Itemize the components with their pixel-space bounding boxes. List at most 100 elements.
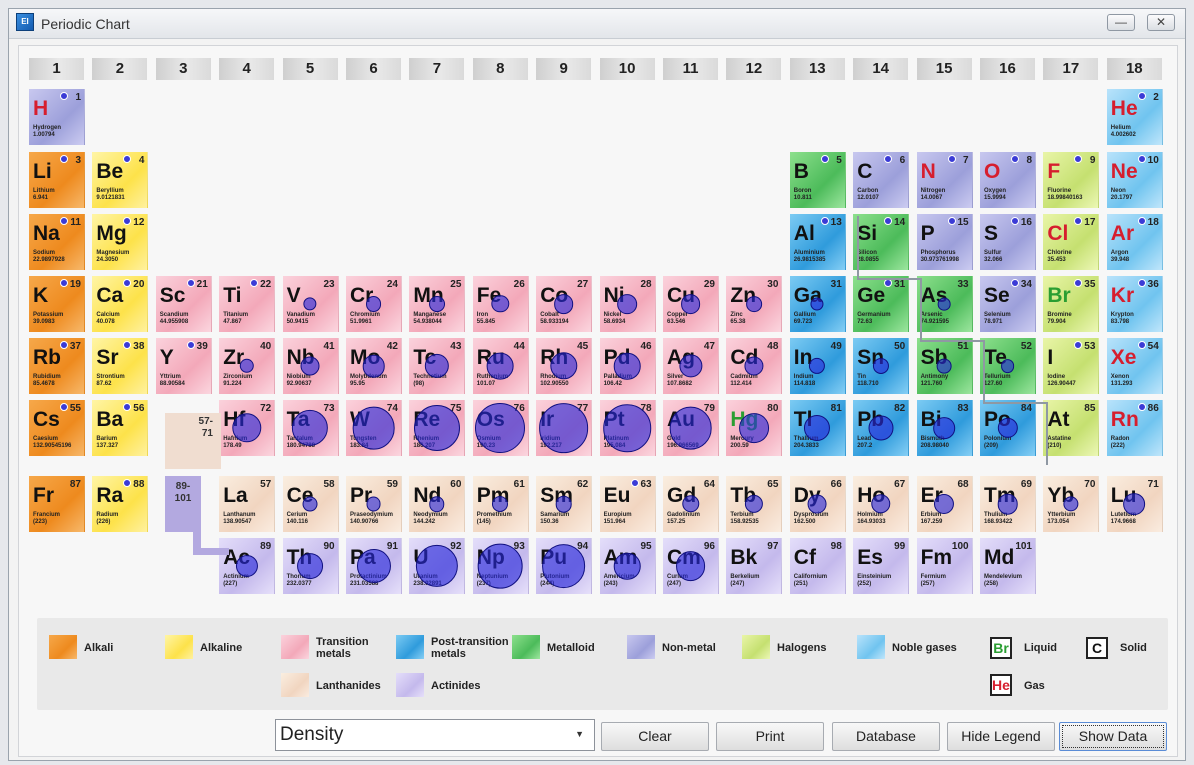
element-cell[interactable]: In 49 Indium 114.818 (789, 338, 846, 394)
element-cell[interactable]: Ce 58 Cerium 140.116 (282, 476, 339, 532)
element-cell[interactable]: Ru44Ruthenium101.07 (472, 338, 529, 394)
element-cell[interactable]: Ho 67 Holmium 164.93033 (853, 476, 910, 532)
element-cell[interactable]: Nb 41 Niobium 92.90637 (282, 338, 339, 394)
element-cell[interactable]: Re75Rhenium186.207 (409, 400, 466, 456)
element-cell[interactable]: U92Uranium238.02891 (409, 538, 466, 594)
element-cell[interactable]: Sm 62 Samarium 150.36 (536, 476, 593, 532)
minimize-button[interactable]: — (1107, 14, 1135, 31)
element-cell[interactable]: Ac 89 Actinium (227) (219, 538, 276, 594)
element-cell[interactable]: La 57 Lanthanum 138.90547 (219, 476, 276, 532)
element-cell[interactable]: Mg 12 Magnesium 24.3050 (92, 214, 149, 270)
element-cell[interactable]: Ar 18 Argon 39.948 (1106, 214, 1163, 270)
element-cell[interactable]: Fr 87 Francium (223) (29, 476, 85, 532)
element-cell[interactable]: Am95Americium(243) (599, 538, 656, 594)
element-cell[interactable]: Bi 83 Bismuth 208.98040 (916, 400, 973, 456)
element-cell[interactable]: Ti 22 Titanium 47.867 (219, 276, 276, 332)
element-cell[interactable]: I 53 Iodine 126.90447 (1043, 338, 1100, 394)
element-cell[interactable]: Co 27 Cobalt 58.933194 (536, 276, 593, 332)
element-cell[interactable]: Ca 20 Calcium 40.078 (92, 276, 149, 332)
element-cell[interactable]: Al 13 Aluminium 26.9815385 (789, 214, 846, 270)
element-cell[interactable]: Pa91Protactinium231.03588 (346, 538, 402, 594)
element-cell[interactable]: B 5 Boron 10.811 (789, 152, 846, 208)
element-cell[interactable]: Na 11 Sodium 22.9897928 (29, 214, 85, 270)
element-cell[interactable]: Pb82Lead207.2 (853, 400, 910, 456)
hide-legend-button[interactable]: Hide Legend (947, 722, 1055, 751)
element-cell[interactable]: Cr 24 Chromium 51.9961 (346, 276, 402, 332)
element-cell[interactable]: Os76Osmium190.23 (472, 400, 529, 456)
element-cell[interactable]: Rh45Rhodium102.90550 (536, 338, 593, 394)
show-data-button[interactable]: Show Data (1059, 722, 1167, 751)
element-cell[interactable]: Ta73Tantalum180.94788 (282, 400, 339, 456)
element-cell[interactable]: Pm 61 Promethium (145) (472, 476, 529, 532)
element-cell[interactable]: Gd 64 Gadolinium 157.25 (663, 476, 719, 532)
element-cell[interactable]: Li 3 Lithium 6.941 (29, 152, 85, 208)
element-cell[interactable]: Pd46Palladium106.42 (599, 338, 656, 394)
element-cell[interactable]: As 33 Arsenic 74.921595 (916, 276, 973, 332)
element-cell[interactable]: Zn 30 Zinc 65.38 (726, 276, 783, 332)
element-cell[interactable]: Tb 65 Terbium 158.92535 (726, 476, 783, 532)
element-cell[interactable]: Ir77Iridium192.217 (536, 400, 593, 456)
element-cell[interactable]: Kr 36 Krypton 83.798 (1106, 276, 1163, 332)
element-cell[interactable]: Se 34 Selenium 78.971 (980, 276, 1036, 332)
element-cell[interactable]: Tl 81 Thallium 204.3833 (789, 400, 846, 456)
element-cell[interactable]: Nd 60 Neodymium 144.242 (409, 476, 466, 532)
element-cell[interactable]: Hg80Mercury200.59 (726, 400, 783, 456)
element-cell[interactable]: H 1 Hydrogen 1.00794 (29, 89, 85, 145)
element-cell[interactable]: Au79Gold196.966569 (663, 400, 719, 456)
print-button[interactable]: Print (716, 722, 824, 751)
element-cell[interactable]: Es 99 Einsteinium (252) (853, 538, 910, 594)
element-cell[interactable]: Md 101 Mendelevium (258) (980, 538, 1036, 594)
element-cell[interactable]: Ne 10 Neon 20.1797 (1106, 152, 1163, 208)
element-cell[interactable]: Er 68 Erbium 167.259 (916, 476, 973, 532)
element-cell[interactable]: S 16 Sulfur 32.066 (980, 214, 1036, 270)
element-cell[interactable]: Eu 63 Europium 151.964 (599, 476, 656, 532)
element-cell[interactable]: Xe 54 Xenon 131.293 (1106, 338, 1163, 394)
element-cell[interactable]: Ra 88 Radium (226) (92, 476, 149, 532)
element-cell[interactable]: Rn 86 Radon (222) (1106, 400, 1163, 456)
element-cell[interactable]: Cf 98 Californium (251) (789, 538, 846, 594)
element-cell[interactable]: Si 14 Silicon 28.0855 (853, 214, 910, 270)
database-button[interactable]: Database (832, 722, 940, 751)
element-cell[interactable]: Cs 55 Caesium 132.90545196 (29, 400, 85, 456)
element-cell[interactable]: Sb 51 Antimony 121.760 (916, 338, 973, 394)
property-select[interactable]: Density ▼ (275, 719, 595, 751)
element-cell[interactable]: Th90Thorium232.0377 (282, 538, 339, 594)
element-cell[interactable]: Np93Neptunium(237) (472, 538, 529, 594)
clear-button[interactable]: Clear (601, 722, 709, 751)
element-cell[interactable]: Ag47Silver107.8682 (663, 338, 719, 394)
element-cell[interactable]: Sr 38 Strontium 87.62 (92, 338, 149, 394)
element-cell[interactable]: At 85 Astatine (210) (1043, 400, 1100, 456)
element-cell[interactable]: Cm96Curium(247) (663, 538, 719, 594)
element-cell[interactable]: Br 35 Bromine 79.904 (1043, 276, 1100, 332)
element-cell[interactable]: Zr 40 Zirconium 91.224 (219, 338, 276, 394)
element-cell[interactable]: Hf72Hafnium178.49 (219, 400, 276, 456)
element-cell[interactable]: Mo42Molybdenum95.95 (346, 338, 402, 394)
close-button[interactable]: ✕ (1147, 14, 1175, 31)
element-cell[interactable]: Fe 26 Iron 55.845 (472, 276, 529, 332)
element-cell[interactable]: Tc 43 Technetium (98) (409, 338, 466, 394)
element-cell[interactable]: Be 4 Beryllium 9.0121831 (92, 152, 149, 208)
element-cell[interactable]: Ge 31 Germanium 72.63 (853, 276, 910, 332)
element-cell[interactable]: Cd 48 Cadmium 112.414 (726, 338, 783, 394)
element-cell[interactable]: K 19 Potassium 39.0983 (29, 276, 85, 332)
element-cell[interactable]: Ga 31 Gallium 69.723 (789, 276, 846, 332)
element-cell[interactable]: Pt78Platinum195.084 (599, 400, 656, 456)
element-cell[interactable]: Cl 17 Chlorine 35.453 (1043, 214, 1100, 270)
element-cell[interactable]: Mn 25 Manganese 54.938044 (409, 276, 466, 332)
dropdown-arrow-icon[interactable]: ▼ (575, 729, 584, 739)
element-cell[interactable]: W74Tungsten183.84 (346, 400, 402, 456)
element-cell[interactable]: Te 52 Tellurium 127.60 (980, 338, 1036, 394)
element-cell[interactable]: P 15 Phosphorus 30.973761998 (916, 214, 973, 270)
element-cell[interactable]: F 9 Fluorine 18.99840163 (1043, 152, 1100, 208)
element-cell[interactable]: Pu94Plutonium(244) (536, 538, 593, 594)
element-cell[interactable]: Fm 100 Fermium (257) (916, 538, 973, 594)
element-cell[interactable]: Y 39 Yttrium 88.90584 (155, 338, 212, 394)
element-cell[interactable]: V 23 Vanadium 50.9415 (282, 276, 339, 332)
element-cell[interactable]: Pr 59 Praseodymium 140.90766 (346, 476, 402, 532)
element-cell[interactable]: Po 84 Polonium (209) (980, 400, 1036, 456)
element-cell[interactable]: Ba 56 Barium 137.327 (92, 400, 149, 456)
element-cell[interactable]: O 8 Oxygen 15.9994 (980, 152, 1036, 208)
element-cell[interactable]: Sc 21 Scandium 44.955908 (155, 276, 212, 332)
element-cell[interactable]: Lu 71 Lutetium 174.9668 (1106, 476, 1163, 532)
element-cell[interactable]: C 6 Carbon 12.0107 (853, 152, 910, 208)
